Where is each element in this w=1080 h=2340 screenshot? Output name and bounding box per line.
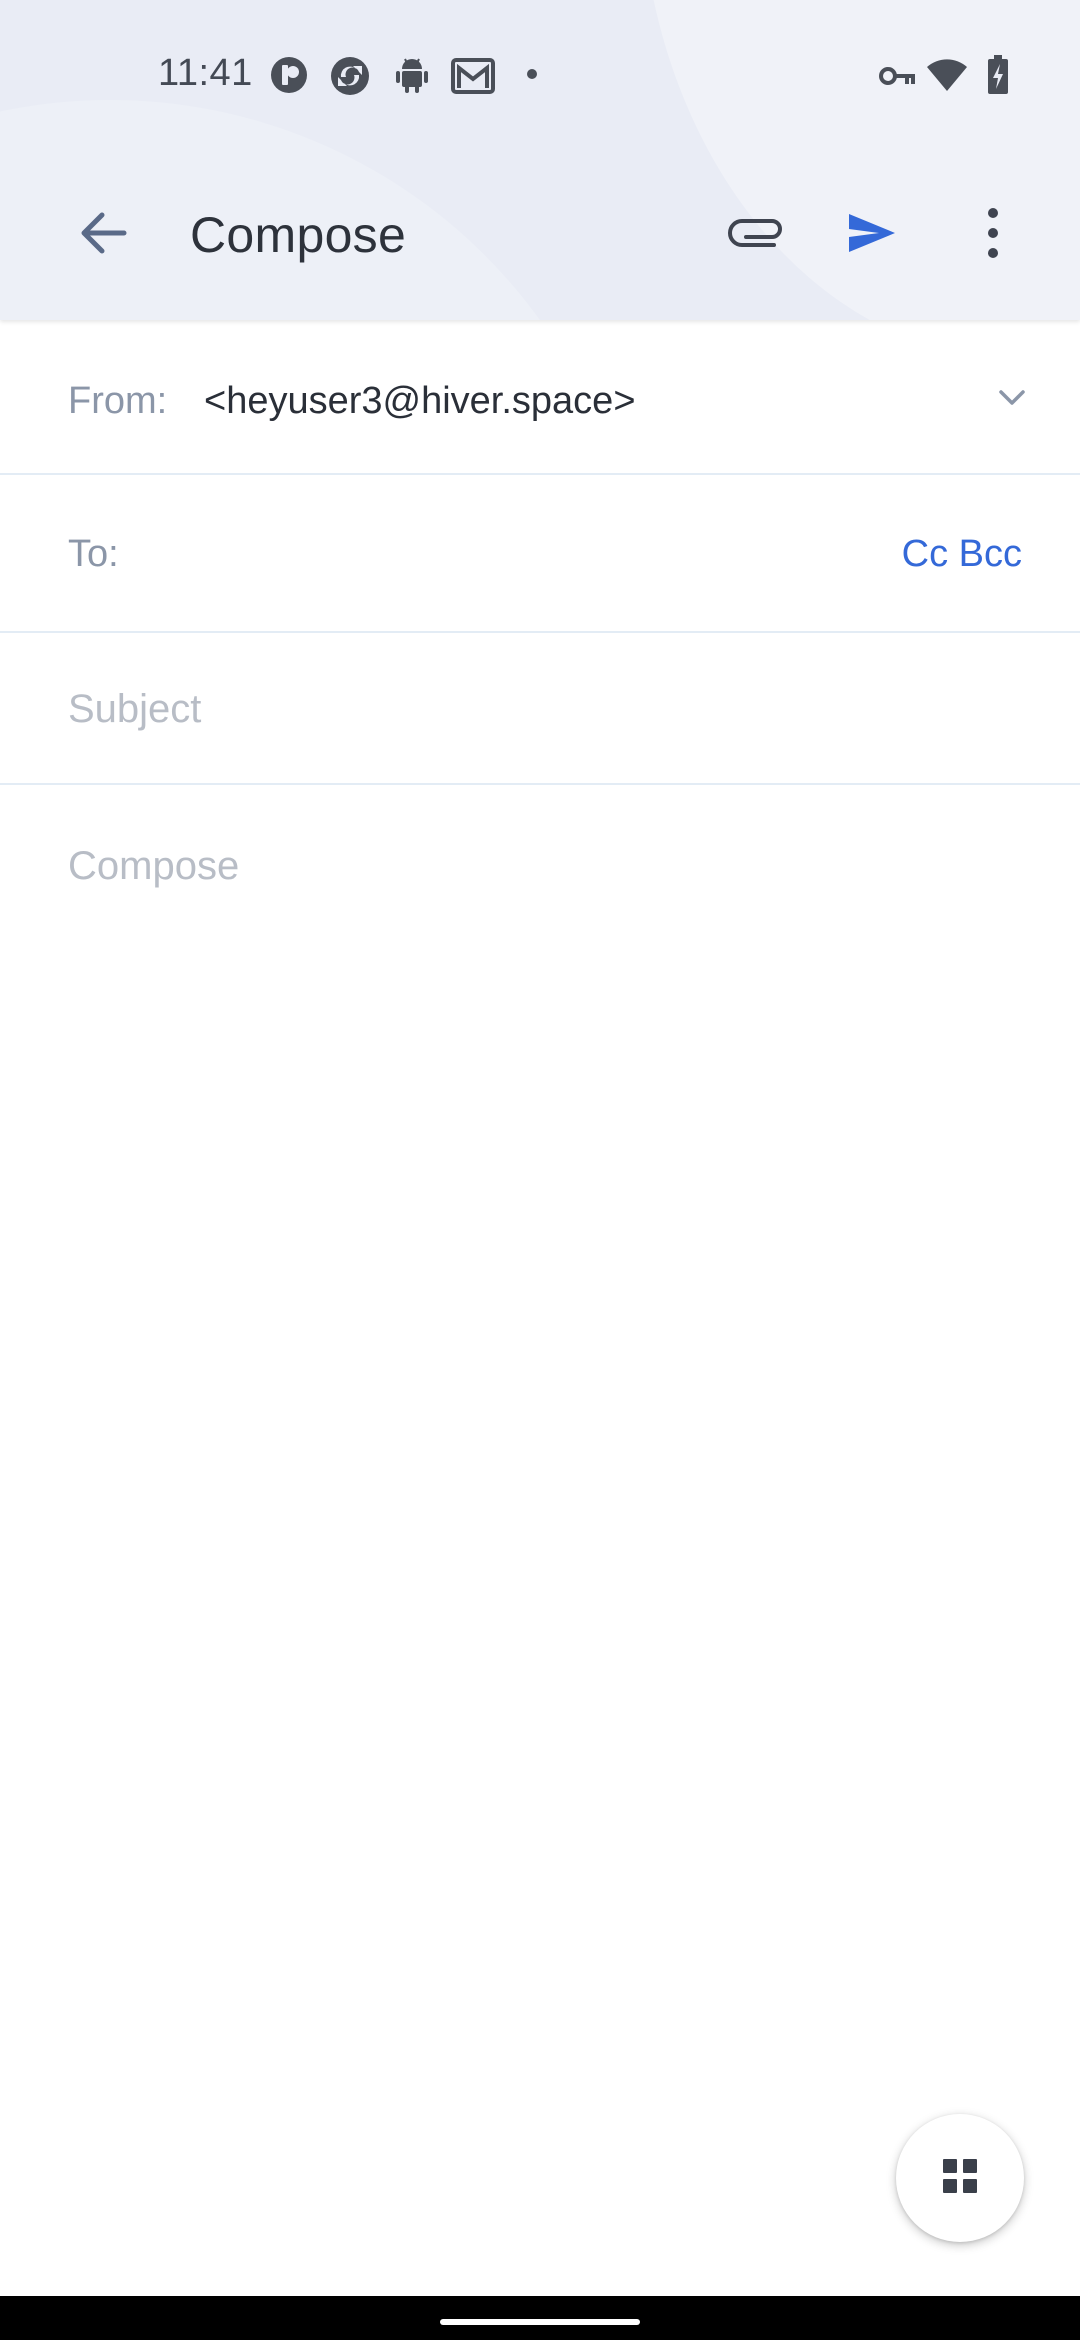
home-gesture-handle[interactable] <box>440 2319 640 2325</box>
to-row: To: Cc Bcc <box>0 475 1080 633</box>
vpn-key-icon <box>878 58 918 94</box>
arrow-back-icon <box>78 211 128 260</box>
status-time: 11:41 <box>158 52 253 94</box>
header: 11:41 Compose <box>0 0 1080 320</box>
attach-button[interactable] <box>714 192 800 278</box>
compose-body-input[interactable] <box>68 838 1028 2038</box>
more-vert-icon <box>987 207 999 264</box>
attach-icon <box>728 215 786 256</box>
record-icon <box>268 54 310 96</box>
subject-row <box>0 633 1080 785</box>
app-bar: Compose <box>0 170 1080 300</box>
navigation-bar <box>0 2296 1080 2340</box>
page-title: Compose <box>190 207 407 263</box>
sync-icon <box>328 54 372 98</box>
from-row[interactable]: From: <heyuser3@hiver.space> <box>0 320 1080 475</box>
battery-charging-icon <box>984 52 1012 98</box>
apps-grid-icon <box>942 2158 978 2199</box>
send-button[interactable] <box>829 192 915 278</box>
from-value: <heyuser3@hiver.space> <box>204 380 636 422</box>
android-icon <box>392 54 432 96</box>
send-icon <box>847 212 897 259</box>
dot-icon <box>524 66 540 82</box>
apps-fab-button[interactable] <box>896 2114 1024 2242</box>
back-button[interactable] <box>60 192 146 278</box>
to-label: To: <box>68 533 119 575</box>
cc-bcc-button[interactable]: Cc Bcc <box>902 533 1022 576</box>
to-input[interactable] <box>150 515 870 595</box>
from-label: From: <box>68 380 168 422</box>
compose-screen: 11:41 Compose From: <heyuser3@hiver.spac… <box>0 0 1080 2340</box>
subject-input[interactable] <box>68 669 1028 749</box>
from-dropdown-button[interactable] <box>984 372 1040 428</box>
wifi-icon <box>926 56 968 96</box>
more-options-button[interactable] <box>950 192 1036 278</box>
gmail-icon <box>450 56 496 96</box>
chevron-down-icon <box>998 389 1026 412</box>
status-bar: 11:41 <box>0 0 1080 150</box>
